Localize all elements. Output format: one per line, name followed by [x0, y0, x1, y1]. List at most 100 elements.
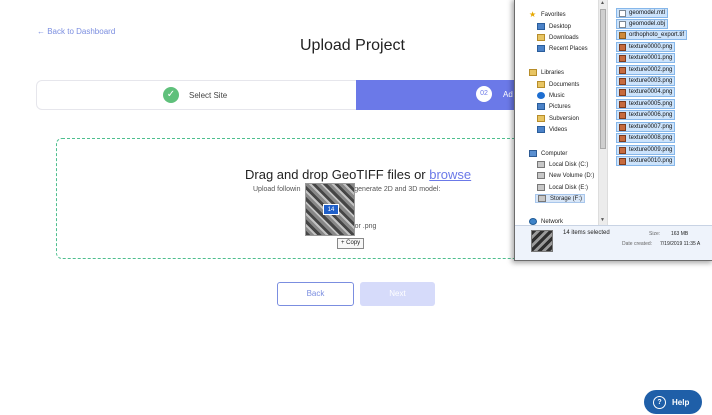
file-item[interactable]: texture0004.png	[616, 87, 676, 97]
image-file-icon	[619, 66, 626, 74]
dropzone-title-text: Drag and drop GeoTIFF files or	[245, 167, 430, 182]
file-item[interactable]: texture0008.png	[616, 133, 676, 143]
image-file-icon	[619, 54, 626, 62]
nav-label: Pictures	[549, 103, 571, 110]
file-item[interactable]: texture0001.png	[616, 53, 676, 63]
nav-storage-f[interactable]: Storage (F:)	[535, 194, 586, 203]
nav-label: Computer	[541, 150, 568, 157]
step-select-site[interactable]: ✓ Select Site	[163, 87, 227, 103]
file-name: texture0005.png	[629, 101, 673, 107]
object-file-icon	[619, 20, 626, 28]
image-file-icon	[619, 88, 626, 96]
nav-label: New Volume (D:)	[549, 172, 595, 179]
nav-label: Local Disk (E:)	[549, 184, 589, 191]
nav-local-disk-c[interactable]: Local Disk (C:)	[537, 161, 588, 168]
file-item[interactable]: texture0003.png	[616, 76, 676, 86]
videos-icon	[537, 126, 545, 133]
file-item[interactable]: texture0002.png	[616, 65, 676, 75]
documents-icon	[537, 81, 545, 88]
date-created-label: Date created:	[622, 241, 653, 247]
libraries-icon	[529, 69, 537, 76]
file-item[interactable]: texture0007.png	[616, 122, 676, 132]
image-file-icon	[619, 134, 626, 142]
nav-videos[interactable]: Videos	[537, 126, 567, 133]
image-file-icon	[619, 111, 626, 119]
file-item[interactable]: texture0009.png	[616, 145, 676, 155]
text-file-icon	[619, 9, 626, 17]
subtitle-right: to generate 2D and 3D model:	[346, 186, 441, 193]
image-file-icon	[619, 123, 626, 131]
nav-desktop[interactable]: Desktop	[537, 23, 571, 30]
desktop-icon	[537, 23, 545, 30]
back-to-dashboard-link[interactable]: ← Back to Dashboard	[37, 27, 115, 36]
disk-icon	[537, 184, 545, 191]
check-icon: ✓	[163, 87, 179, 103]
nav-network[interactable]: Network	[529, 218, 563, 225]
file-item[interactable]: texture0006.png	[616, 110, 676, 120]
step2-label: Ad	[503, 90, 513, 99]
file-name: orthophoto_export.tif	[629, 32, 685, 38]
nav-documents[interactable]: Documents	[537, 81, 579, 88]
scroll-up-arrow-icon[interactable]: ▲	[600, 0, 605, 6]
copy-cursor-tooltip: + Copy	[337, 238, 365, 249]
file-name: texture0001.png	[629, 55, 673, 61]
file-explorer-window[interactable]: ★ Favorites Desktop Downloads Recent Plac…	[514, 0, 712, 261]
nav-scrollbar[interactable]: ▲ ▼	[598, 0, 607, 225]
help-label: Help	[672, 397, 690, 407]
drag-count-badge: 14	[323, 204, 339, 215]
nav-label: Videos	[549, 126, 568, 133]
image-file-icon	[619, 100, 626, 108]
nav-downloads[interactable]: Downloads	[537, 34, 579, 41]
nav-label: Documents	[549, 81, 580, 88]
recent-places-icon	[537, 45, 545, 52]
image-file-icon	[619, 77, 626, 85]
scroll-down-arrow-icon[interactable]: ▼	[600, 217, 605, 223]
file-item[interactable]: texture0010.png	[616, 156, 676, 166]
file-list-pane[interactable]: geomodel.mtl geomodel.obj orthophoto_exp…	[607, 0, 712, 225]
help-button[interactable]: ? Help	[644, 390, 702, 414]
nav-new-volume-d[interactable]: New Volume (D:)	[537, 172, 594, 179]
file-item[interactable]: texture0000.png	[616, 42, 676, 52]
nav-music[interactable]: Music	[537, 92, 565, 99]
nav-subversion[interactable]: Subversion	[537, 115, 579, 122]
size-label: Size:	[649, 231, 661, 237]
file-name: texture0010.png	[629, 158, 673, 164]
image-file-icon	[619, 43, 626, 51]
pictures-icon	[537, 103, 545, 110]
downloads-icon	[537, 34, 545, 41]
file-item[interactable]: geomodel.mtl	[616, 8, 669, 18]
file-item[interactable]: orthophoto_export.tif	[616, 30, 688, 40]
date-created-value: 7/19/2019 11:35 A	[660, 241, 701, 247]
star-icon: ★	[529, 10, 537, 19]
nav-label: Desktop	[549, 23, 572, 30]
file-name: texture0006.png	[629, 112, 673, 118]
disk-icon	[537, 161, 545, 168]
nav-label: Favorites	[541, 11, 566, 18]
nav-label: Music	[549, 92, 565, 99]
browse-link[interactable]: browse	[429, 167, 471, 182]
network-icon	[529, 218, 537, 225]
disk-icon	[538, 195, 546, 202]
selected-count: 14 items selected	[563, 230, 610, 236]
file-item[interactable]: texture0005.png	[616, 99, 676, 109]
nav-favorites[interactable]: ★ Favorites	[529, 10, 566, 19]
question-icon: ?	[653, 395, 666, 409]
file-name: texture0003.png	[629, 78, 673, 84]
nav-libraries[interactable]: Libraries	[529, 69, 564, 76]
navigation-pane[interactable]: ★ Favorites Desktop Downloads Recent Plac…	[515, 0, 607, 225]
page-title: Upload Project	[300, 37, 405, 54]
file-item[interactable]: geomodel.obj	[616, 19, 669, 29]
file-name: texture0004.png	[629, 89, 673, 95]
nav-pictures[interactable]: Pictures	[537, 103, 571, 110]
next-button[interactable]: Next	[360, 282, 435, 306]
nav-recent-places[interactable]: Recent Places	[537, 45, 588, 52]
nav-label: Local Disk (C:)	[549, 161, 589, 168]
size-value: 163 MB	[671, 231, 689, 237]
image-file-icon	[619, 146, 626, 154]
step1-label: Select Site	[189, 90, 228, 100]
nav-local-disk-e[interactable]: Local Disk (E:)	[537, 184, 588, 191]
back-button[interactable]: Back	[277, 282, 354, 306]
nav-computer[interactable]: Computer	[529, 150, 567, 157]
scrollbar-thumb[interactable]	[600, 9, 606, 149]
dropzone-title: Drag and drop GeoTIFF files or browse	[245, 167, 471, 182]
